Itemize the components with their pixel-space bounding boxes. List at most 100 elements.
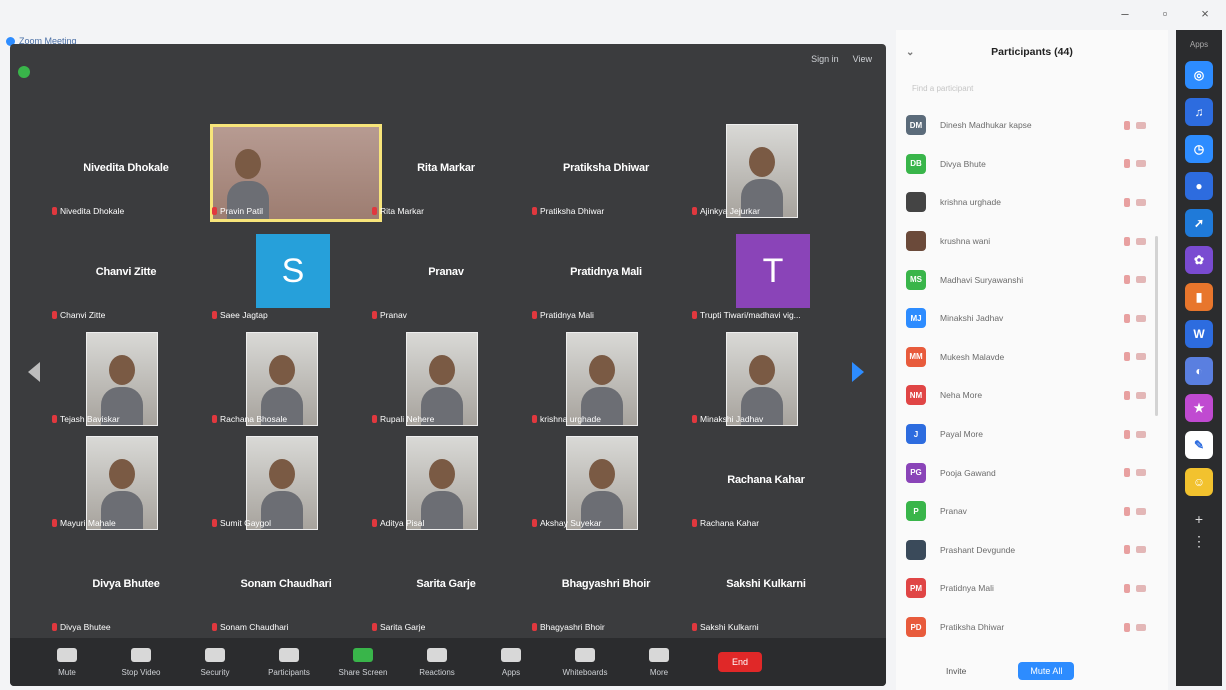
- video-tile[interactable]: Akshay Suyekar: [528, 436, 676, 532]
- participant-row[interactable]: P Pranav: [896, 492, 1168, 531]
- video-off-icon[interactable]: [1136, 391, 1146, 399]
- video-off-icon[interactable]: [1136, 314, 1146, 322]
- muted-mic-icon[interactable]: [1124, 120, 1130, 130]
- muted-mic-icon[interactable]: [1124, 159, 1130, 169]
- muted-mic-icon[interactable]: [1124, 275, 1130, 285]
- participant-row[interactable]: krushna wani: [896, 222, 1168, 261]
- video-tile[interactable]: Sumit Gaygol: [208, 436, 356, 532]
- participant-row[interactable]: MS Madhavi Suryawanshi: [896, 260, 1168, 299]
- book-app-icon[interactable]: ▮: [1185, 283, 1213, 311]
- participants-button[interactable]: Participants: [252, 647, 326, 677]
- video-tile[interactable]: Pravin Patil: [208, 124, 382, 222]
- previous-page-arrow-icon[interactable]: [28, 362, 40, 382]
- music-app-icon[interactable]: ♫: [1185, 98, 1213, 126]
- video-off-icon[interactable]: [1136, 430, 1146, 438]
- minimize-icon[interactable]: –: [1118, 6, 1132, 21]
- video-off-icon[interactable]: [1136, 160, 1146, 168]
- participant-row[interactable]: DM Dinesh Madhukar kapse: [896, 106, 1168, 145]
- smiley-app-icon[interactable]: ☺: [1185, 468, 1213, 496]
- video-tile[interactable]: Minakshi Jadhav: [688, 332, 836, 428]
- video-off-icon[interactable]: [1136, 276, 1146, 284]
- muted-mic-icon[interactable]: [1124, 236, 1130, 246]
- video-tile[interactable]: Rachana Kahar Rachana Kahar: [688, 436, 836, 532]
- more-button[interactable]: More: [622, 647, 696, 677]
- video-tile[interactable]: Sarita Garje Sarita Garje: [368, 540, 516, 636]
- globe-app-icon[interactable]: ◐: [1185, 357, 1213, 385]
- participant-row[interactable]: J Payal More: [896, 415, 1168, 454]
- participant-search-input[interactable]: Find a participant: [912, 80, 1152, 96]
- mute-all-button[interactable]: Mute All: [1018, 662, 1075, 680]
- video-tile[interactable]: Sakshi Kulkarni Sakshi Kulkarni: [688, 540, 836, 636]
- video-tile[interactable]: S Saee Jagtap: [208, 228, 356, 324]
- video-tile[interactable]: Divya Bhutee Divya Bhutee: [48, 540, 196, 636]
- participant-list-scrollbar[interactable]: [1155, 236, 1158, 416]
- sign-in-link[interactable]: Sign in: [811, 54, 839, 64]
- video-off-icon[interactable]: [1136, 546, 1146, 554]
- muted-mic-icon[interactable]: [1124, 506, 1130, 516]
- participant-row[interactable]: krishna urghade: [896, 183, 1168, 222]
- video-tile[interactable]: Chanvi Zitte Chanvi Zitte: [48, 228, 196, 324]
- whiteboards-button[interactable]: Whiteboards: [548, 647, 622, 677]
- close-icon[interactable]: ×: [1198, 6, 1212, 21]
- video-tile[interactable]: Ajinkya Jejurkar: [688, 124, 836, 220]
- user-app-icon[interactable]: ●: [1185, 172, 1213, 200]
- muted-mic-icon[interactable]: [1124, 390, 1130, 400]
- next-page-arrow-icon[interactable]: [852, 362, 864, 382]
- video-tile[interactable]: Bhagyashri Bhoir Bhagyashri Bhoir: [528, 540, 676, 636]
- video-tile[interactable]: Aditya Pisal: [368, 436, 516, 532]
- video-tile[interactable]: Pratidnya Mali Pratidnya Mali: [528, 228, 676, 324]
- security-shield-icon[interactable]: [18, 66, 30, 78]
- muted-mic-icon[interactable]: [1124, 352, 1130, 362]
- video-tile[interactable]: Rupali Nehere: [368, 332, 516, 428]
- muted-mic-icon[interactable]: [1124, 197, 1130, 207]
- participant-row[interactable]: NM Neha More: [896, 376, 1168, 415]
- game-app-icon[interactable]: ✿: [1185, 246, 1213, 274]
- video-off-icon[interactable]: [1136, 469, 1146, 477]
- video-off-icon[interactable]: [1136, 353, 1146, 361]
- maximize-icon[interactable]: ▫: [1158, 6, 1172, 21]
- more-apps-icon[interactable]: ⋮: [1192, 533, 1206, 550]
- video-tile[interactable]: Nivedita Dhokale Nivedita Dhokale: [48, 124, 196, 220]
- trivia-app-icon[interactable]: ★: [1185, 394, 1213, 422]
- add-app-icon[interactable]: +: [1195, 511, 1203, 527]
- mute-button[interactable]: Mute: [30, 647, 104, 677]
- video-tile[interactable]: Mayuri Mahale: [48, 436, 196, 532]
- participant-row[interactable]: PM Pratidnya Mali: [896, 569, 1168, 608]
- video-tile[interactable]: Sonam Chaudhari Sonam Chaudhari: [208, 540, 356, 636]
- video-tile[interactable]: Tejash Baviskar: [48, 332, 196, 428]
- video-tile[interactable]: T Trupti Tiwari/madhavi vig...: [688, 228, 836, 324]
- share-button[interactable]: Share Screen: [326, 647, 400, 677]
- video-tile[interactable]: Pranav Pranav: [368, 228, 516, 324]
- apps-button[interactable]: Apps: [474, 647, 548, 677]
- view-button[interactable]: View: [853, 54, 872, 64]
- participant-row[interactable]: Prashant Devgunde: [896, 531, 1168, 570]
- word-app-icon[interactable]: W: [1185, 320, 1213, 348]
- video-tile[interactable]: Rita Markar Rita Markar: [368, 124, 516, 220]
- video-off-icon[interactable]: [1136, 237, 1146, 245]
- muted-mic-icon[interactable]: [1124, 583, 1130, 593]
- security-button[interactable]: Security: [178, 647, 252, 677]
- collapse-panel-icon[interactable]: ⌄: [906, 47, 914, 58]
- participant-row[interactable]: PD Pratiksha Dhiwar: [896, 608, 1168, 647]
- participant-row[interactable]: MJ Minakshi Jadhav: [896, 299, 1168, 338]
- muted-mic-icon[interactable]: [1124, 429, 1130, 439]
- video-button[interactable]: Stop Video: [104, 647, 178, 677]
- video-tile[interactable]: krishna urghade: [528, 332, 676, 428]
- notes-app-icon[interactable]: ✎: [1185, 431, 1213, 459]
- camera-app-icon[interactable]: ◎: [1185, 61, 1213, 89]
- participant-row[interactable]: PG Pooja Gawand: [896, 453, 1168, 492]
- participant-row[interactable]: MM Mukesh Malavde: [896, 338, 1168, 377]
- video-off-icon[interactable]: [1136, 507, 1146, 515]
- reactions-button[interactable]: Reactions: [400, 647, 474, 677]
- video-off-icon[interactable]: [1136, 623, 1146, 631]
- video-off-icon[interactable]: [1136, 121, 1146, 129]
- participant-row[interactable]: DB Divya Bhute: [896, 145, 1168, 184]
- timer-app-icon[interactable]: ◷: [1185, 135, 1213, 163]
- rocket-app-icon[interactable]: ➚: [1185, 209, 1213, 237]
- muted-mic-icon[interactable]: [1124, 622, 1130, 632]
- end-meeting-button[interactable]: End: [718, 652, 763, 672]
- video-tile[interactable]: Rachana Bhosale: [208, 332, 356, 428]
- muted-mic-icon[interactable]: [1124, 545, 1130, 555]
- video-off-icon[interactable]: [1136, 584, 1146, 592]
- muted-mic-icon[interactable]: [1124, 313, 1130, 323]
